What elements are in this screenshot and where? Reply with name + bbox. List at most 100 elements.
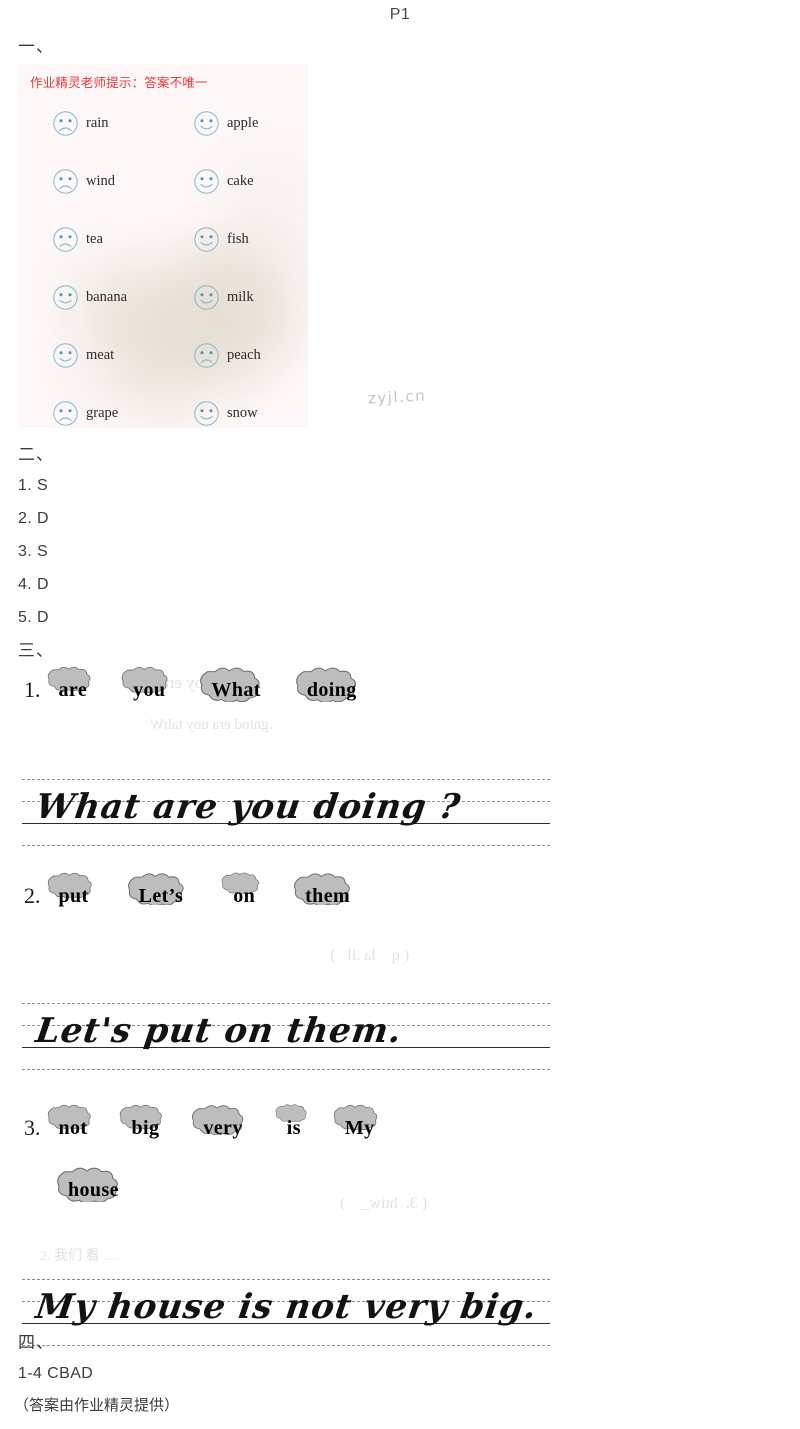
- face-cell: apple: [173, 110, 308, 137]
- cloud-word[interactable]: not: [47, 1103, 100, 1153]
- cloud-word-text: Let’s: [138, 884, 184, 907]
- face-cell: cake: [173, 168, 308, 195]
- answer-source-note: （答案由作业精灵提供）: [14, 1397, 180, 1414]
- section-two-number: 二、: [18, 445, 54, 464]
- staff-line-top: [22, 1003, 550, 1004]
- face-word-label: wind: [86, 172, 115, 189]
- staff-line-top: [22, 1279, 550, 1280]
- cloud-word[interactable]: put: [47, 871, 101, 921]
- cloud-word-text: put: [58, 884, 89, 907]
- cloud-word-row: 1. are you What doing: [0, 665, 800, 715]
- face-cell: snow: [173, 400, 308, 427]
- cloud-word[interactable]: is: [275, 1103, 313, 1153]
- face-row: meat peach: [18, 326, 308, 384]
- teacher-hint-text: 作业精灵老师提示：答案不唯一: [30, 76, 208, 90]
- scan-ghost-text: ( q la .ll ): [330, 947, 410, 964]
- happy-face-icon: [52, 284, 79, 311]
- cloud-word-text: are: [58, 678, 88, 701]
- face-word-label: rain: [86, 114, 109, 131]
- cloud-word[interactable]: them: [293, 871, 362, 921]
- cloud-word[interactable]: doing: [295, 665, 369, 715]
- face-word-label: peach: [227, 346, 261, 363]
- answer-line: 3. S: [18, 543, 49, 560]
- handwriting-staff: Let's put on them.: [22, 995, 550, 1073]
- face-cell: milk: [173, 284, 308, 311]
- handwriting-staff: What are you doing ?: [22, 771, 550, 849]
- page-label: P1: [389, 6, 411, 23]
- face-row: grape snow: [18, 384, 308, 428]
- happy-face-icon: [193, 400, 220, 427]
- face-row: tea fish: [18, 210, 308, 268]
- cloud-word-text: very: [203, 1116, 243, 1139]
- section-three: 三、 gniod uoy era tahW .gniod era uoy tah…: [0, 628, 800, 1355]
- cloud-word[interactable]: you: [121, 665, 177, 715]
- face-cell: grape: [18, 400, 173, 427]
- cloud-word[interactable]: are: [47, 665, 100, 715]
- staff-line-descender: [22, 845, 550, 846]
- happy-face-icon: [193, 168, 220, 195]
- sad-face-icon: [52, 168, 79, 195]
- face-word-label: fish: [227, 230, 249, 247]
- cloud-word-row-continued: house: [0, 1153, 800, 1215]
- sad-face-icon: [52, 400, 79, 427]
- cloud-word-text: My: [344, 1116, 375, 1139]
- face-word-label: milk: [227, 288, 254, 305]
- face-row: wind cake: [18, 152, 308, 210]
- question-block: gniod uoy era tahW .gniod era uoy tahW 1…: [0, 665, 800, 865]
- face-cell: peach: [173, 342, 308, 369]
- cloud-word[interactable]: What: [199, 665, 272, 715]
- happy-face-icon: [193, 284, 220, 311]
- happy-face-icon: [193, 226, 220, 253]
- cloud-word[interactable]: very: [191, 1103, 254, 1153]
- section-one-scan-image: 作业精灵老师提示：答案不唯一 rain apple wind cake tea …: [18, 64, 308, 428]
- scan-ghost-text: 2. 我们 看 …: [40, 1249, 117, 1264]
- section-two: 二、 1. S 2. D 3. S 4. D 5. D: [0, 432, 800, 634]
- cloud-word-text: not: [58, 1116, 88, 1139]
- cloud-word[interactable]: big: [119, 1103, 171, 1153]
- section-one-number: 一、: [18, 37, 54, 56]
- site-watermark: zyjl.cn: [367, 386, 427, 408]
- cloud-word[interactable]: house: [56, 1165, 131, 1215]
- face-cell: meat: [18, 342, 173, 369]
- cloud-word-text: is: [286, 1116, 301, 1139]
- face-word-label: apple: [227, 114, 259, 131]
- answer-line: 4. D: [18, 576, 49, 593]
- section-three-number: 三、: [18, 641, 54, 660]
- section-four-number: 四、: [18, 1333, 54, 1352]
- face-word-label: tea: [86, 230, 103, 247]
- cloud-word-text: house: [68, 1178, 119, 1201]
- face-word-grid: rain apple wind cake tea fish banana mil…: [18, 94, 308, 428]
- face-word-label: banana: [86, 288, 128, 305]
- staff-line-top: [22, 779, 550, 780]
- happy-face-icon: [52, 342, 79, 369]
- cloud-word-row: 2. put Let’s on them: [0, 865, 800, 921]
- face-cell: wind: [18, 168, 173, 195]
- face-word-label: cake: [227, 172, 254, 189]
- question-index: 2.: [24, 883, 41, 908]
- face-row: rain apple: [18, 94, 308, 152]
- question-block: ( q la .ll ) 2. put Let’s on them Let's …: [0, 865, 800, 1095]
- answer-line: 1. S: [18, 477, 49, 494]
- cloud-word[interactable]: My: [333, 1103, 387, 1153]
- question-index: 3.: [24, 1115, 41, 1140]
- section-four: 四、 1-4 CBAD （答案由作业精灵提供）: [0, 1328, 800, 1422]
- question-block: ( 3. htiw_ ) 2. 我们 看 … 3. not big very i…: [0, 1095, 800, 1355]
- sad-face-icon: [52, 110, 79, 137]
- cloud-word-text: them: [305, 884, 351, 907]
- handwritten-answer: What are you doing ?: [33, 787, 464, 827]
- cloud-word[interactable]: on: [221, 871, 267, 921]
- face-word-label: grape: [86, 404, 119, 421]
- face-word-label: snow: [227, 404, 258, 421]
- cloud-word[interactable]: Let’s: [127, 871, 196, 921]
- face-cell: banana: [18, 284, 173, 311]
- sad-face-icon: [52, 226, 79, 253]
- face-cell: fish: [173, 226, 308, 253]
- face-word-label: meat: [86, 346, 115, 363]
- section-four-answer: 1-4 CBAD: [18, 1365, 94, 1382]
- happy-face-icon: [193, 110, 220, 137]
- cloud-word-text: What: [211, 678, 261, 701]
- cloud-word-row: 3. not big very is My: [0, 1095, 800, 1153]
- cloud-word-text: on: [233, 884, 256, 907]
- handwritten-answer: Let's put on them.: [33, 1011, 405, 1051]
- handwritten-answer: My house is not very big.: [33, 1287, 540, 1327]
